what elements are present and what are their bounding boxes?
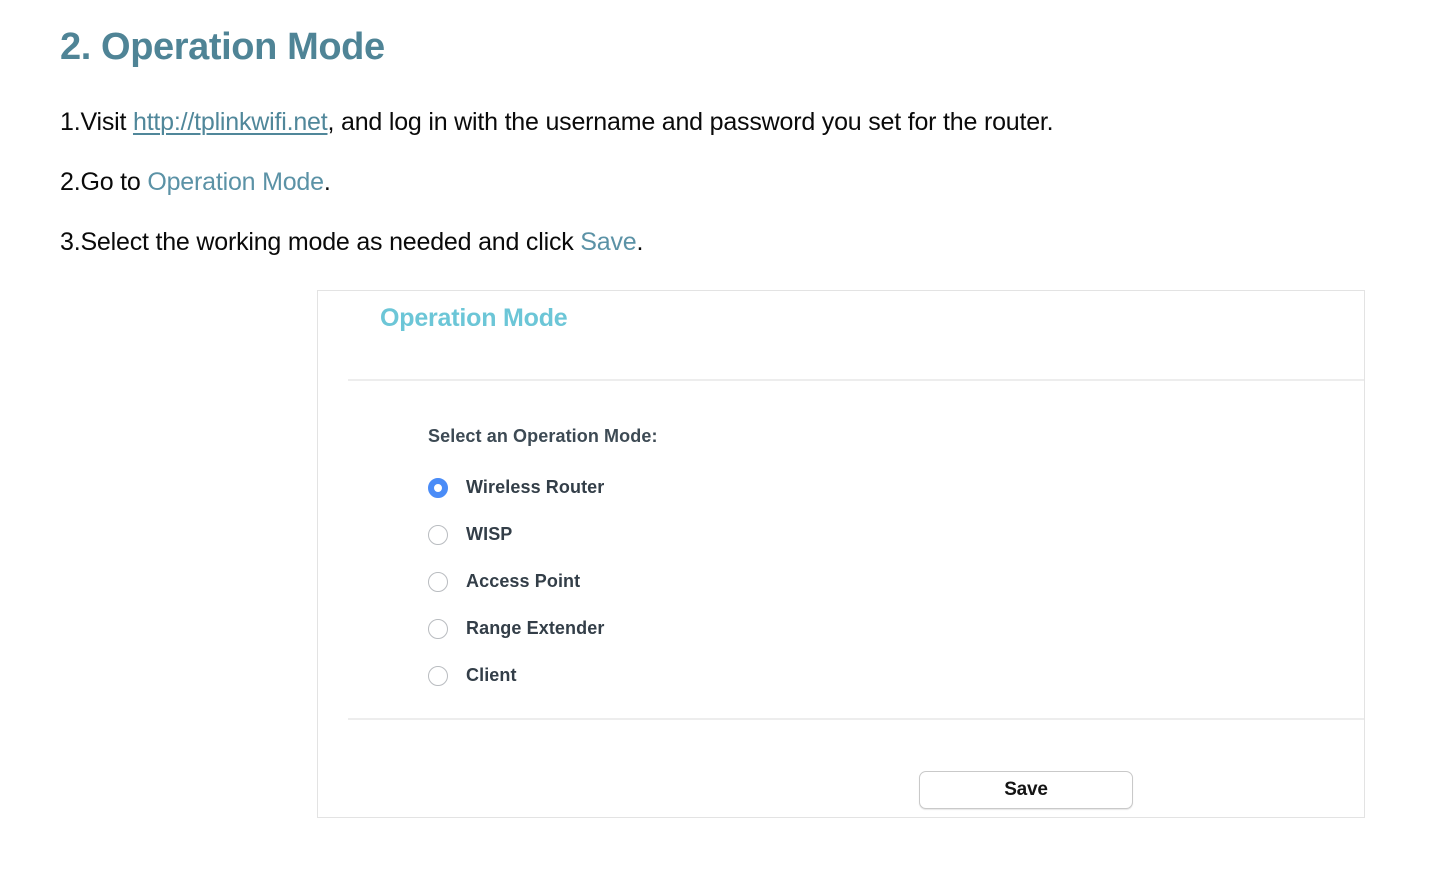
step-number: 3.	[60, 228, 81, 256]
step-number: 1.	[60, 108, 81, 136]
list-item: 2.Go to Operation Mode.	[60, 165, 1440, 199]
list-item: 1.Visit http://tplinkwifi.net, and log i…	[60, 105, 1440, 139]
step-text-after: , and log in with the username and passw…	[327, 108, 1054, 136]
save-reference: Save	[580, 228, 637, 256]
save-button[interactable]: Save	[919, 771, 1133, 809]
radio-option-client[interactable]: Client	[428, 652, 658, 699]
radio-icon[interactable]	[428, 571, 448, 592]
tplinkwifi-link[interactable]: http://tplinkwifi.net	[133, 108, 328, 136]
radio-option-wireless-router[interactable]: Wireless Router	[428, 464, 658, 511]
operation-mode-panel: Operation Mode Select an Operation Mode:…	[317, 290, 1365, 818]
divider-top	[348, 379, 1364, 381]
radio-label: Client	[466, 665, 517, 685]
operation-mode-reference: Operation Mode	[147, 168, 324, 196]
radio-label: Wireless Router	[466, 477, 605, 497]
radio-option-access-point[interactable]: Access Point	[428, 558, 658, 605]
step-text-before: Go to	[80, 168, 148, 196]
form-label: Select an Operation Mode:	[428, 426, 658, 446]
divider-bottom	[348, 718, 1364, 720]
page-title: 2. Operation Mode	[60, 26, 385, 68]
radio-label: WISP	[466, 524, 513, 544]
list-item: 3.Select the working mode as needed and …	[60, 225, 1440, 259]
radio-icon[interactable]	[428, 618, 448, 639]
operation-mode-form: Select an Operation Mode: Wireless Route…	[428, 426, 658, 699]
step-text-before: Visit	[80, 108, 133, 136]
step-number: 2.	[60, 168, 81, 196]
panel-title: Operation Mode	[380, 304, 568, 332]
radio-option-range-extender[interactable]: Range Extender	[428, 605, 658, 652]
radio-icon-selected[interactable]	[428, 477, 448, 498]
step-text-after: .	[636, 228, 644, 256]
radio-label: Access Point	[466, 571, 581, 591]
step-text-before: Select the working mode as needed and cl…	[80, 228, 581, 256]
radio-label: Range Extender	[466, 618, 605, 638]
radio-icon[interactable]	[428, 665, 448, 686]
step-text-after: .	[323, 168, 331, 196]
instruction-list: 1.Visit http://tplinkwifi.net, and log i…	[60, 105, 1440, 285]
radio-option-wisp[interactable]: WISP	[428, 511, 658, 558]
radio-icon[interactable]	[428, 524, 448, 545]
